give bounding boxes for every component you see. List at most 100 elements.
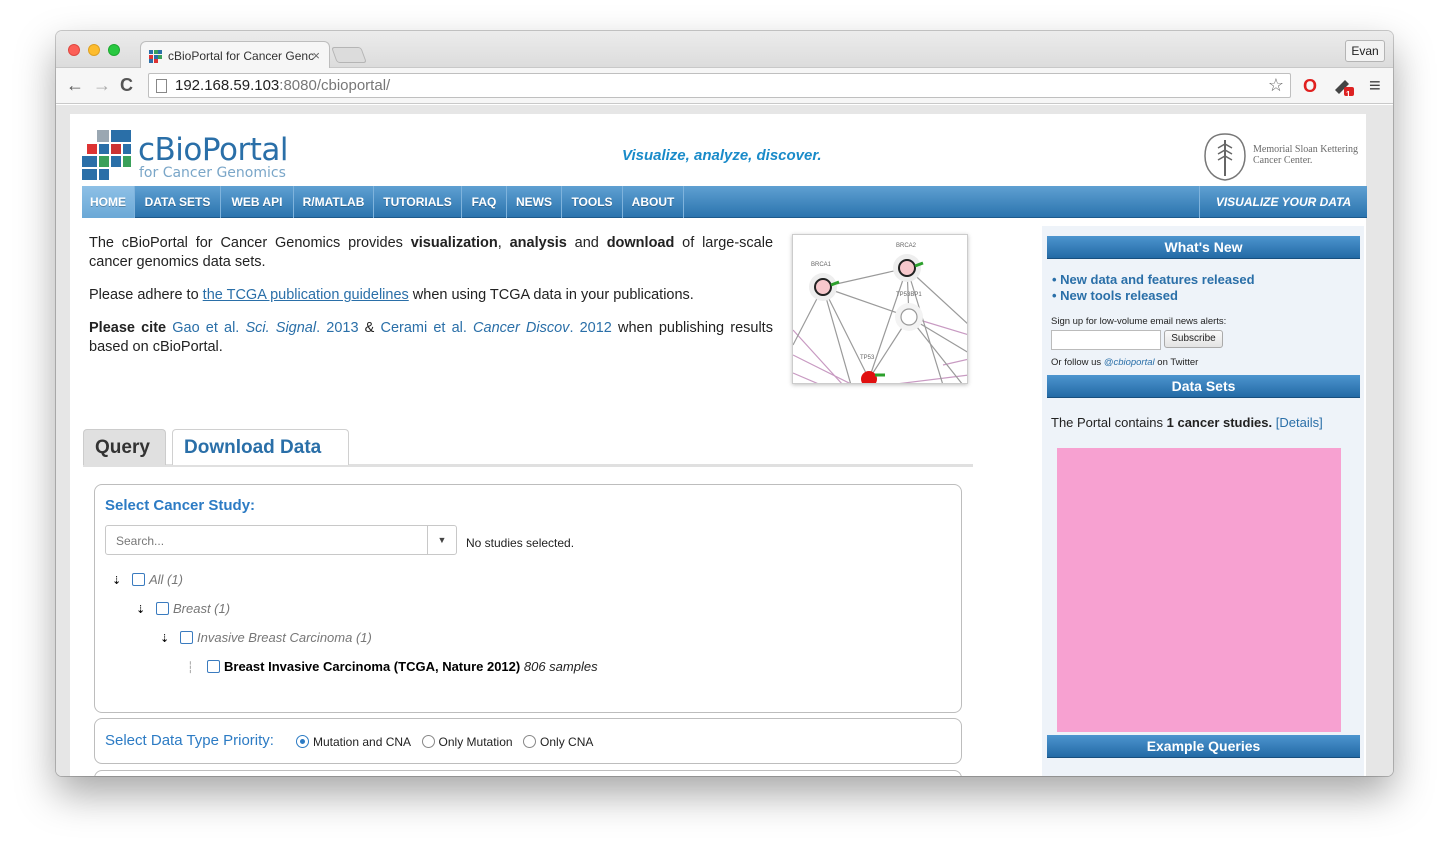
intro-text-span: & (358, 320, 381, 336)
news-item-data-features[interactable]: • New data and features released (1052, 272, 1255, 287)
option-label: Mutation and CNA (313, 735, 412, 749)
page-icon (156, 79, 167, 93)
profile-button[interactable]: Evan (1345, 40, 1385, 62)
citation-year: . 2013 (316, 320, 359, 336)
intro-bold-analysis: analysis (509, 235, 567, 251)
bookmark-star-icon[interactable]: ☆ (1268, 75, 1284, 96)
follow-prefix: Or follow us (1051, 357, 1104, 368)
menu-home[interactable]: HOME (82, 186, 135, 218)
next-panel (94, 770, 962, 776)
example-queries-header: Example Queries (1047, 735, 1360, 758)
tab-close-icon[interactable]: × (312, 48, 320, 63)
logo-title[interactable]: cBioPortal (138, 132, 288, 168)
option-label: Only Mutation (438, 735, 513, 749)
citation-authors: Cerami et al. (380, 320, 474, 336)
back-arrow-icon[interactable]: ← (66, 76, 84, 94)
portal-summary: The Portal contains 1 cancer studies. [D… (1051, 415, 1323, 430)
study-search-input[interactable]: Search... ▼ (105, 525, 457, 555)
address-bar[interactable]: 192.168.59.103:8080/cbioportal/ ☆ (148, 73, 1291, 98)
citation-journal: Sci. Signal (245, 320, 317, 336)
url-host: 192.168.59.103 (175, 77, 280, 94)
tree-expand-icon[interactable]: ⇣ (112, 574, 132, 587)
cerami-citation-link[interactable]: Cerami et al. Cancer Discov. 2012 (380, 320, 611, 336)
menu-tools[interactable]: TOOLS (562, 186, 623, 218)
extension-icon[interactable] (1333, 76, 1355, 100)
select-cancer-study-panel: Select Cancer Study: Search... ▼ No stud… (94, 484, 962, 713)
reload-icon[interactable]: C (120, 76, 133, 94)
menu-data-sets[interactable]: DATA SETS (135, 186, 221, 218)
checkbox-breast[interactable] (156, 602, 169, 615)
tree-expand-icon[interactable]: ⇣ (136, 603, 156, 616)
radio-only-mutation[interactable] (421, 735, 435, 748)
intro-paragraph-1: The cBioPortal for Cancer Genomics provi… (89, 234, 773, 272)
menu-faq[interactable]: FAQ (462, 186, 507, 218)
menu-about[interactable]: ABOUT (623, 186, 684, 218)
intro-text-span: and (566, 235, 607, 251)
right-sidebar: What's New • New data and features relea… (1042, 226, 1364, 776)
network-label-tp53bp1: TP53BP1 (896, 292, 922, 298)
browser-menu-icon[interactable]: ≡ (1369, 76, 1381, 96)
network-label-brca2: BRCA2 (896, 243, 917, 249)
radio-only-cna[interactable] (523, 735, 537, 748)
zoom-window-button[interactable] (108, 44, 120, 56)
priority-options: Mutation and CNA Only Mutation Only CNA (290, 733, 593, 751)
twitter-handle-link[interactable]: @cbioportal (1104, 357, 1155, 368)
page-viewport: cBioPortal for Cancer Genomics Visualize… (56, 105, 1393, 776)
portal-summary-prefix: The Portal contains (1051, 415, 1167, 430)
checkbox-invasive-breast-carcinoma[interactable] (180, 631, 193, 644)
intro-text-span: , (497, 235, 510, 251)
menu-news[interactable]: NEWS (507, 186, 562, 218)
intro-text-span: The cBioPortal for Cancer Genomics provi… (89, 235, 411, 251)
mskcc-line-1: Memorial Sloan Kettering (1253, 144, 1358, 155)
data-type-priority-panel: Select Data Type Priority: Mutation and … (94, 718, 962, 764)
tree-node-breast[interactable]: ⇣ Breast (1) (136, 601, 230, 616)
news-item-tools[interactable]: • New tools released (1052, 288, 1178, 303)
data-sets-header: Data Sets (1047, 375, 1360, 398)
mskcc-name: Memorial Sloan Kettering Cancer Center. (1253, 144, 1358, 166)
tree-node-all[interactable]: ⇣ All (1) (112, 572, 183, 587)
email-field[interactable] (1051, 330, 1161, 350)
menu-r-matlab[interactable]: R/MATLAB (294, 186, 374, 218)
radio-mutation-and-cna[interactable] (296, 735, 309, 748)
checkbox-all[interactable] (132, 573, 145, 586)
study-name: Breast Invasive Carcinoma (TCGA, Nature … (224, 659, 521, 674)
citation-journal: Cancer Discov (473, 320, 570, 336)
portal-study-count: 1 cancer studies. (1166, 415, 1273, 430)
chevron-down-icon[interactable]: ▼ (427, 526, 456, 554)
checkbox-brca-tcga[interactable] (207, 660, 220, 673)
tab-download-data[interactable]: Download Data (172, 429, 349, 465)
details-link[interactable]: [Details] (1276, 415, 1323, 430)
study-search-placeholder: Search... (116, 534, 165, 548)
tree-label-breast: Breast (1) (173, 601, 231, 616)
menu-tutorials[interactable]: TUTORIALS (374, 186, 462, 218)
intro-bold-visualization: visualization (410, 235, 498, 251)
cbioportal-logo-icon[interactable] (82, 130, 132, 180)
intro-bold-download: download (606, 235, 675, 251)
gao-citation-link[interactable]: Gao et al. Sci. Signal. 2013 (172, 320, 358, 336)
mskcc-logo[interactable]: Memorial Sloan Kettering Cancer Center. (1202, 132, 1366, 182)
please-cite-label: Please cite (89, 320, 167, 336)
network-preview-image[interactable]: BRCA1 BRCA2 TP53BP1 TP53 (792, 234, 968, 384)
option-label: Only CNA (540, 735, 594, 749)
network-label-brca1: BRCA1 (811, 262, 832, 268)
tree-expand-icon[interactable]: ⇣ (160, 632, 180, 645)
visualize-your-data-link[interactable]: VISUALIZE YOUR DATA (1199, 186, 1367, 218)
intro-text-span: Please adhere to (89, 287, 203, 303)
forward-arrow-icon[interactable]: → (93, 76, 111, 94)
close-window-button[interactable] (68, 44, 80, 56)
tcga-guidelines-link[interactable]: the TCGA publication guidelines (203, 287, 409, 303)
title-bar: cBioPortal for Cancer Genc × Evan (56, 31, 1393, 69)
menu-web-api[interactable]: WEB API (221, 186, 294, 218)
minimize-window-button[interactable] (88, 44, 100, 56)
extension-badge: 1 (1346, 90, 1351, 99)
new-tab-button[interactable] (331, 47, 367, 63)
data-type-priority-heading: Select Data Type Priority: (105, 732, 274, 749)
tree-node-study-leaf[interactable]: ┆ Breast Invasive Carcinoma (TCGA, Nature… (187, 659, 598, 674)
tree-node-invasive-breast-carcinoma[interactable]: ⇣ Invasive Breast Carcinoma (1) (160, 630, 372, 645)
subscribe-button[interactable]: Subscribe (1164, 330, 1223, 348)
browser-tab[interactable]: cBioPortal for Cancer Genc × (140, 41, 330, 69)
opera-extension-icon[interactable]: O (1303, 76, 1317, 96)
studies-chart-placeholder (1057, 448, 1341, 732)
tab-query[interactable]: Query (83, 429, 166, 465)
intro-paragraph-3: Please cite Gao et al. Sci. Signal. 2013… (89, 319, 773, 357)
